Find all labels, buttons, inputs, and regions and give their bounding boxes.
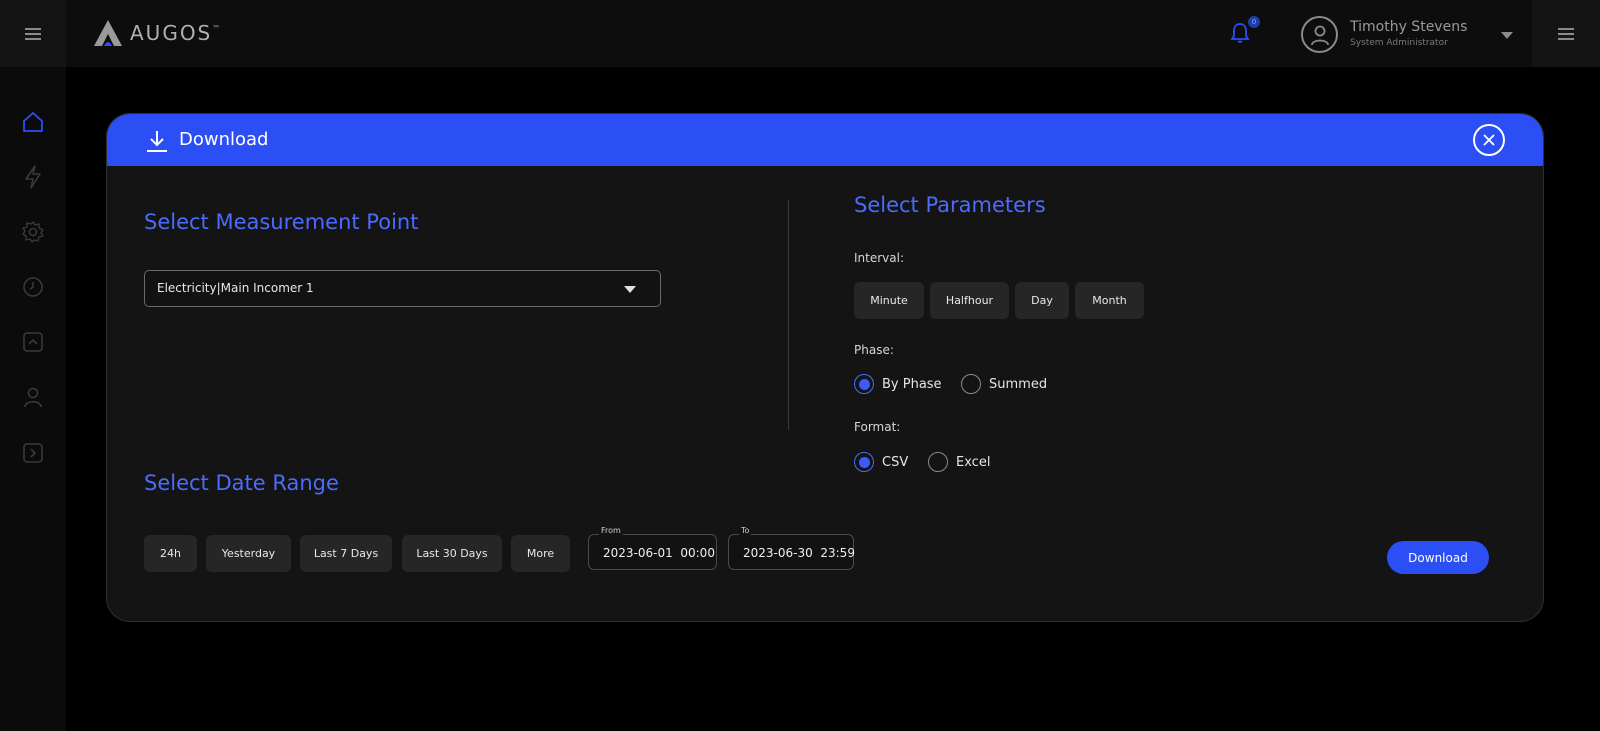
sidebar-item-energy[interactable] (20, 164, 46, 190)
interval-minute-button[interactable]: Minute (854, 282, 924, 319)
date-to-field[interactable]: To 2023-06-30 23:59 (728, 526, 855, 570)
brand-logo: AUGOS ™ (92, 18, 220, 48)
measurement-point-value: Electricity|Main Incomer 1 (157, 281, 314, 295)
range-more-button[interactable]: More (511, 535, 570, 572)
format-label: Format: (854, 420, 901, 434)
notifications-button[interactable] (1230, 22, 1250, 48)
phase-summed-radio[interactable]: Summed (961, 374, 1047, 394)
user-role: System Administrator (1350, 38, 1448, 48)
parameters-section-title: Select Parameters (854, 193, 1046, 217)
user-menu-caret-icon[interactable] (1501, 32, 1513, 39)
sidebar-item-history[interactable] (20, 274, 46, 300)
bell-icon (1230, 23, 1250, 43)
home-icon (23, 112, 43, 132)
phase-label: Phase: (854, 343, 894, 357)
range-24h-button[interactable]: 24h (144, 535, 197, 572)
right-menu-button[interactable] (1532, 0, 1600, 67)
modal-header: Download (107, 114, 1543, 166)
measurement-section-title: Select Measurement Point (144, 210, 419, 234)
sidebar-item-collapse[interactable] (20, 329, 46, 355)
date-range-section-title: Select Date Range (144, 471, 339, 495)
chevron-up-box-icon (23, 332, 43, 352)
date-from-label: From (599, 526, 623, 535)
format-csv-label: CSV (882, 454, 909, 470)
download-icon (147, 131, 167, 152)
date-from-field[interactable]: From 2023-06-01 00:00 (588, 526, 717, 570)
interval-label: Interval: (854, 251, 904, 265)
interval-month-button[interactable]: Month (1075, 282, 1144, 319)
gear-icon (22, 221, 44, 243)
range-yesterday-button[interactable]: Yesterday (206, 535, 291, 572)
date-to-value: 2023-06-30 23:59 (743, 546, 855, 560)
measurement-point-select[interactable]: Electricity|Main Incomer 1 (144, 270, 661, 307)
sidebar-item-settings[interactable] (20, 219, 46, 245)
brand-name: AUGOS (130, 21, 213, 45)
chevron-down-icon (624, 286, 636, 293)
clock-icon (23, 277, 43, 297)
interval-halfhour-button[interactable]: Halfhour (930, 282, 1009, 319)
radio-selected-icon (854, 452, 874, 472)
radio-unselected-icon (961, 374, 981, 394)
phase-by-phase-label: By Phase (882, 376, 942, 392)
close-icon (1483, 134, 1495, 146)
modal-title: Download (179, 129, 269, 150)
sidebar-item-expand[interactable] (20, 440, 46, 466)
format-excel-label: Excel (956, 454, 991, 470)
download-modal: Download Select Measurement Point Electr… (106, 113, 1544, 622)
sidebar-item-home[interactable] (20, 109, 46, 135)
range-last-7-days-button[interactable]: Last 7 Days (300, 535, 392, 572)
radio-unselected-icon (928, 452, 948, 472)
user-avatar-icon (1310, 25, 1329, 45)
notification-badge: 0 (1248, 16, 1260, 28)
close-button[interactable] (1473, 124, 1505, 156)
chevron-right-box-icon (23, 443, 43, 463)
download-button[interactable]: Download (1387, 541, 1489, 574)
augos-logo-icon (94, 20, 122, 46)
date-from-value: 2023-06-01 00:00 (603, 546, 715, 560)
radio-selected-icon (854, 374, 874, 394)
user-icon (24, 387, 42, 408)
top-bar: AUGOS ™ 0 Timothy Stevens System Administ… (0, 0, 1600, 67)
avatar[interactable] (1301, 16, 1338, 53)
phase-by-phase-radio[interactable]: By Phase (854, 374, 942, 394)
hamburger-icon (1558, 27, 1574, 40)
section-divider (788, 200, 789, 430)
sidebar (0, 67, 66, 731)
format-excel-radio[interactable]: Excel (928, 452, 990, 472)
user-name: Timothy Stevens (1350, 19, 1468, 35)
brand-trademark: ™ (212, 23, 221, 33)
format-csv-radio[interactable]: CSV (854, 452, 908, 472)
sidebar-item-users[interactable] (20, 384, 46, 410)
date-to-label: To (739, 526, 752, 535)
interval-day-button[interactable]: Day (1015, 282, 1069, 319)
phase-summed-label: Summed (989, 376, 1048, 392)
hamburger-icon (25, 27, 41, 40)
menu-button[interactable] (0, 0, 66, 67)
lightning-icon (25, 165, 41, 189)
range-last-30-days-button[interactable]: Last 30 Days (402, 535, 502, 572)
